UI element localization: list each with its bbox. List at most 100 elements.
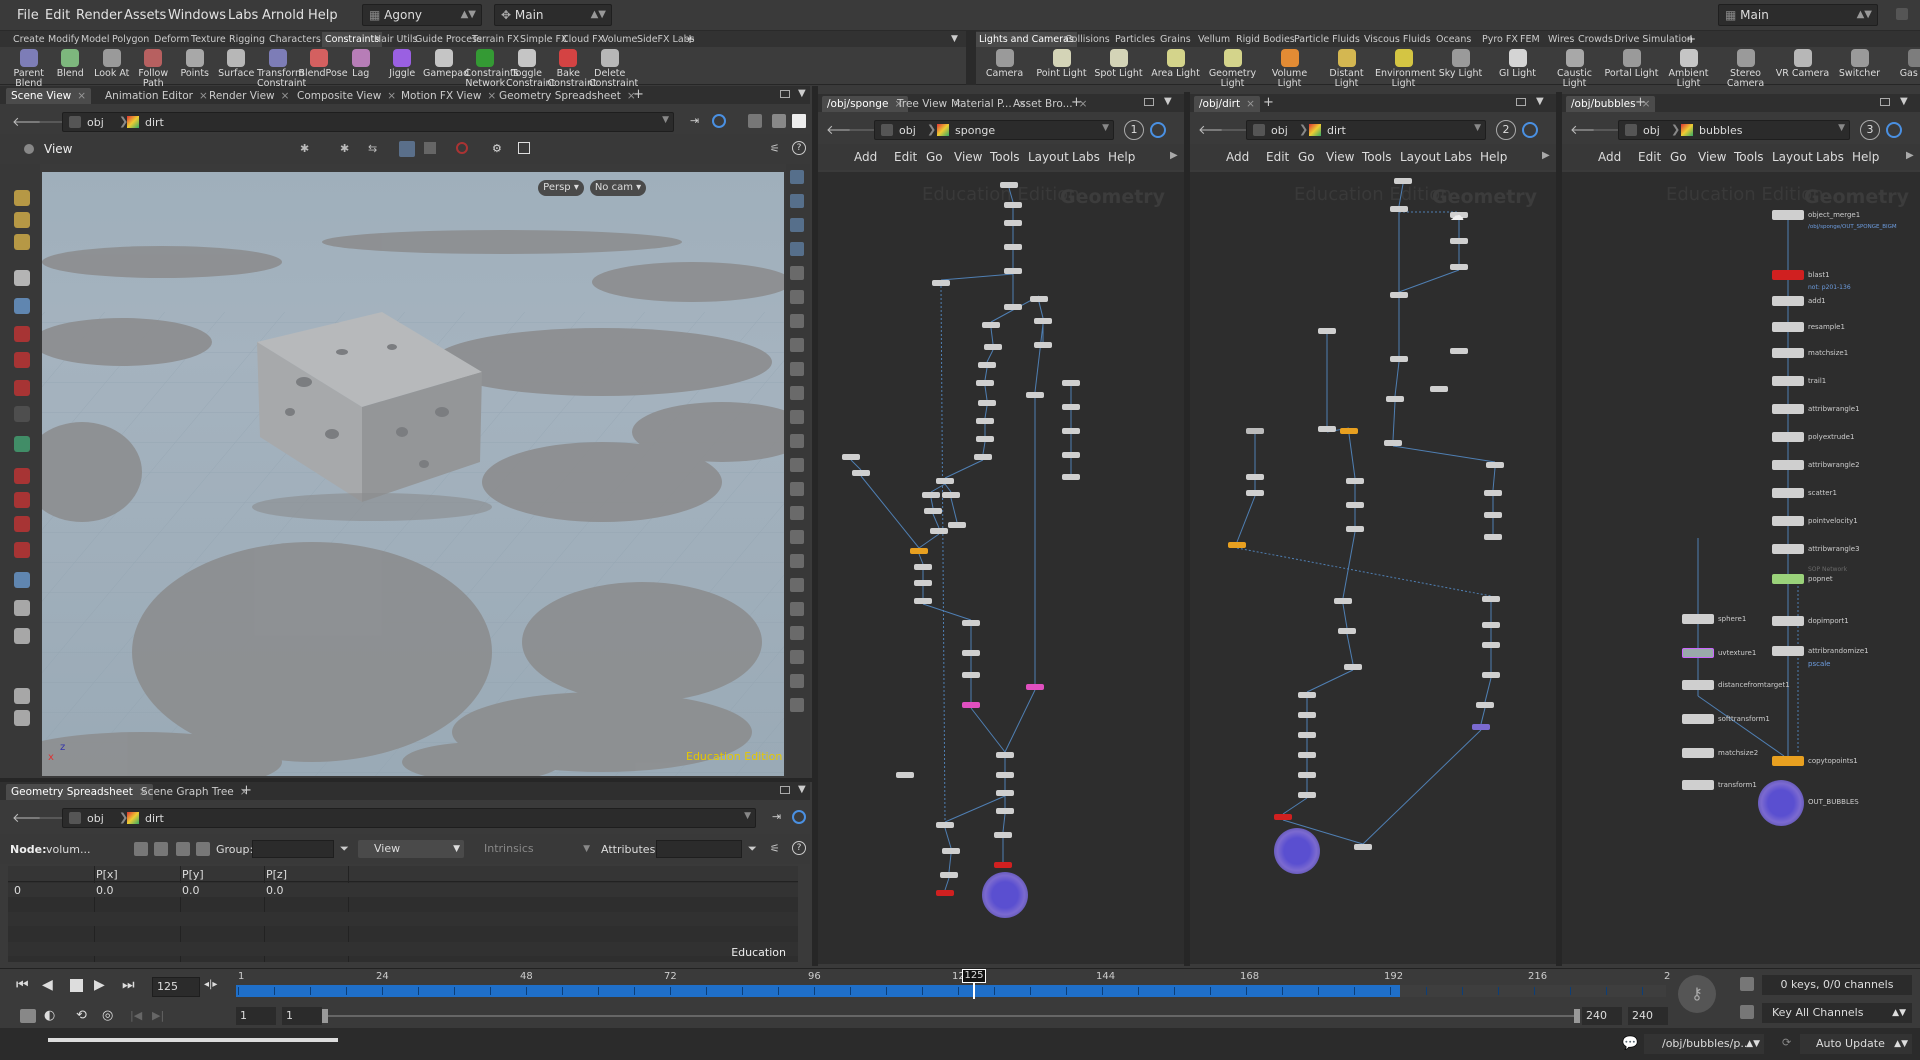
audio-icon[interactable]: ◐ [44,1008,55,1023]
network-node[interactable] [914,580,932,586]
shelf-tab-pyro-fx[interactable]: Pyro FX [1479,32,1521,47]
next-key-icon[interactable]: ▶| [152,1009,164,1022]
shelf-tab-model[interactable]: Model [78,32,113,47]
tool-gi-light[interactable]: GI Light [1489,49,1546,79]
network-menu-add[interactable]: Add [1226,150,1249,164]
network-menu-layout[interactable]: Layout [1028,150,1069,164]
link-icon[interactable] [712,114,726,128]
network-canvas[interactable]: Education Edition Geometry ☁ [1190,172,1556,964]
tab-scene-view[interactable]: Scene View × [6,88,92,104]
network-node[interactable] [1682,748,1714,758]
display-option-icon[interactable] [790,386,804,400]
display-option-icon[interactable] [790,218,804,232]
network-node[interactable] [1450,264,1468,270]
shelf-tab-oceans[interactable]: Oceans [1433,32,1474,47]
network-node[interactable] [984,344,1002,350]
tool-blend[interactable]: Blend [50,49,92,79]
shelf-tab-viscous-fluids[interactable]: Viscous Fluids [1361,32,1434,47]
network-menu-tools[interactable]: Tools [990,150,1020,164]
menu-edit[interactable]: Edit [45,8,70,23]
network-node[interactable] [842,454,860,460]
network-node[interactable] [1346,526,1364,532]
network-node[interactable] [978,400,996,406]
range-slider-track[interactable] [326,1015,1576,1017]
network-node[interactable] [996,790,1014,796]
network-node[interactable] [1772,322,1804,332]
network-node[interactable] [1390,292,1408,298]
tool-spot-light[interactable]: Spot Light [1090,49,1147,79]
dopesheet-icon[interactable] [1740,977,1754,991]
viewport-tool-icon[interactable] [14,298,30,314]
network-node[interactable] [962,650,980,656]
tool-lag[interactable]: Lag [340,49,382,79]
display-option-icon[interactable] [790,314,804,328]
key-icon[interactable]: ⚷ [1678,975,1716,1013]
loop-icon[interactable]: ⟲ [76,1008,87,1023]
network-node[interactable] [910,548,928,554]
viewport-tool-icon[interactable] [14,352,30,368]
network-canvas[interactable]: Education Edition Geometry object_merge1 bl… [1562,172,1920,964]
tool-blendpose[interactable]: BlendPose [299,49,348,79]
network-node[interactable] [1450,348,1468,354]
network-node[interactable] [1274,814,1292,820]
network-node[interactable] [994,862,1012,868]
shelf-tab-characters[interactable]: Characters [266,32,324,47]
maximize-icon[interactable] [1516,98,1526,106]
network-node[interactable] [976,380,994,386]
tool-caustic-light[interactable]: Caustic Light [1546,49,1603,89]
network-node[interactable] [924,508,942,514]
network-node[interactable] [1318,328,1336,334]
tab-render-view[interactable]: Render View × [204,88,294,104]
network-node[interactable] [1298,712,1316,718]
shelf-tab-polygon[interactable]: Polygon [109,32,152,47]
viewport-tool-icon[interactable] [14,436,30,452]
status-path[interactable]: /obj/bubbles/p... ▲▼ [1644,1034,1764,1054]
network-menu-layout[interactable]: Layout [1772,150,1813,164]
network-node[interactable] [936,822,954,828]
primitives-icon[interactable] [176,842,190,856]
viewport-tool-icon[interactable] [14,600,30,616]
network-menu-view[interactable]: View [954,150,982,164]
stop-icon[interactable] [70,979,83,992]
tool-camera[interactable]: Camera [976,49,1033,79]
network-node[interactable] [1772,488,1804,498]
pin-icon[interactable]: ⇥ [772,810,781,823]
menu-overflow-icon[interactable]: ▶ [1906,150,1914,161]
network-node[interactable] [1772,348,1804,358]
network-node[interactable] [1338,628,1356,634]
intrinsics-dropdown[interactable]: Intrinsics ▼ [470,840,594,858]
network-node[interactable] [1034,318,1052,324]
tool-jiggle[interactable]: Jiggle [382,49,424,79]
menu-file[interactable]: File [17,8,39,23]
display-option-icon[interactable] [790,530,804,544]
menu-help[interactable]: Help [308,8,338,23]
network-node[interactable] [1772,756,1804,766]
network-node[interactable] [1298,692,1316,698]
network-node[interactable] [1004,244,1022,250]
menu-overflow-icon[interactable]: ▶ [1542,150,1550,161]
network-node[interactable] [948,522,966,528]
pane-menu-icon[interactable]: ▼ [798,784,806,795]
filter-icon[interactable]: ⏷ [748,842,757,856]
network-node[interactable] [1682,780,1714,790]
jump-start-icon[interactable]: ⏮ [16,977,29,993]
network-node[interactable] [1482,642,1500,648]
viewport-tool-icon[interactable] [14,406,30,422]
network-menu-help[interactable]: Help [1480,150,1507,164]
network-node[interactable] [974,454,992,460]
gallery-icon[interactable] [748,114,762,128]
tab-motion-fx-view[interactable]: Motion FX View × [396,88,501,104]
network-node[interactable] [1772,296,1804,306]
shelf-tab-crowds[interactable]: Crowds [1575,32,1616,47]
viewport-tool-icon[interactable] [14,270,30,286]
display-option-icon[interactable] [790,578,804,592]
network-menu-go[interactable]: Go [1670,150,1687,164]
network-node[interactable] [1340,428,1358,434]
network-node[interactable] [1394,178,1412,184]
network-node[interactable] [1354,844,1372,850]
desktop-icon[interactable] [772,114,786,128]
network-node[interactable] [1772,270,1804,280]
network-node[interactable] [1682,614,1714,624]
menu-labs[interactable]: Labs [228,8,258,23]
network-node[interactable] [976,418,994,424]
